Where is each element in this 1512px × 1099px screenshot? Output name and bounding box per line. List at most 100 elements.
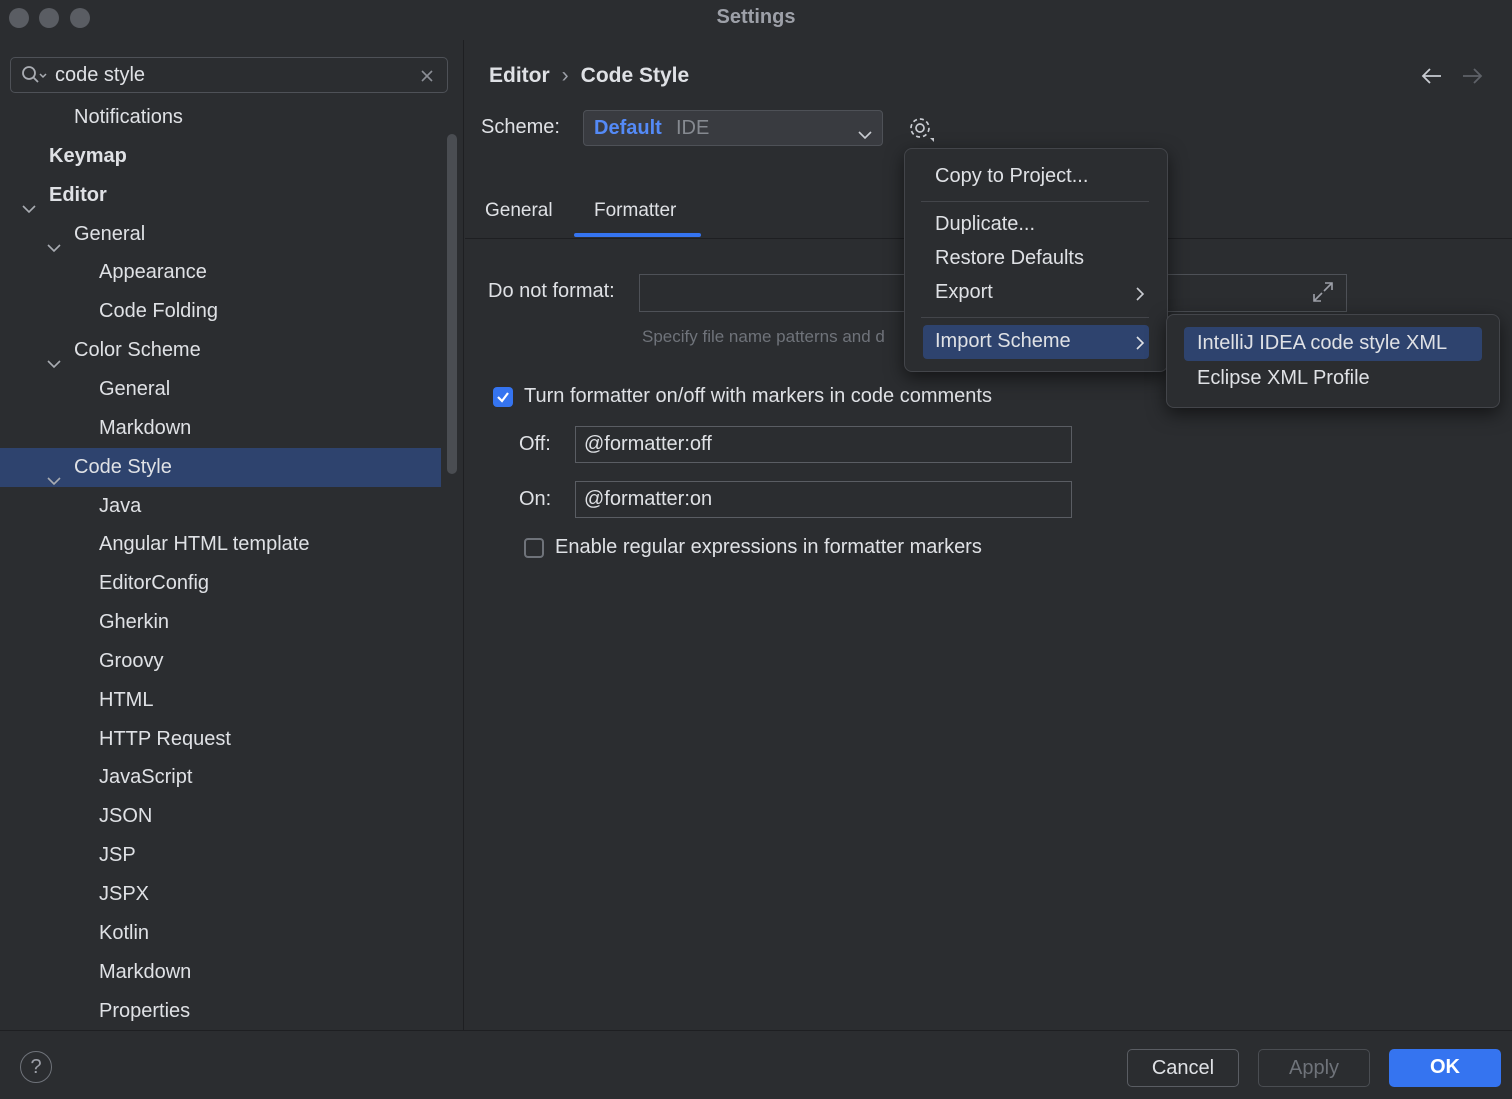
sidebar-item[interactable]: JavaScript xyxy=(0,758,441,797)
off-marker-input[interactable] xyxy=(575,426,1072,463)
check-icon xyxy=(497,392,509,403)
dialog-footer: ? Cancel Apply OK xyxy=(0,1030,1512,1099)
help-button[interactable]: ? xyxy=(20,1051,52,1083)
sidebar-item-label: Kotlin xyxy=(99,921,150,944)
tab-formatter[interactable]: Formatter xyxy=(594,200,676,222)
sidebar-item[interactable]: Notifications xyxy=(0,98,441,137)
import-scheme-submenu: IntelliJ IDEA code style XML Eclipse XML… xyxy=(1166,314,1500,408)
sidebar-item[interactable]: EditorConfig xyxy=(0,564,441,603)
chevron-right-icon xyxy=(1135,334,1145,357)
sidebar-item-label: Markdown xyxy=(99,416,192,439)
regex-checkbox-label[interactable]: Enable regular expressions in formatter … xyxy=(555,536,982,559)
sidebar-scrollbar[interactable] xyxy=(447,134,457,474)
sidebar-item[interactable]: Appearance xyxy=(0,253,441,292)
breadcrumb-separator: › xyxy=(561,64,569,87)
breadcrumb: Editor › Code Style xyxy=(489,64,689,88)
sidebar-item-label: Appearance xyxy=(99,261,207,284)
sidebar-item[interactable]: General xyxy=(0,370,441,409)
sidebar-item[interactable]: Gherkin xyxy=(0,603,441,642)
sidebar-item[interactable]: Kotlin xyxy=(0,914,441,953)
do-not-format-hint: Specify file name patterns and d xyxy=(642,327,885,346)
title-bar: Settings xyxy=(0,0,1512,36)
gear-icon[interactable] xyxy=(908,116,936,150)
menu-item-export[interactable]: Export xyxy=(935,281,993,304)
sidebar-item[interactable]: HTTP Request xyxy=(0,720,441,759)
sidebar-item[interactable]: Markdown xyxy=(0,409,441,448)
sidebar-item-label: Code Style xyxy=(74,455,172,478)
scheme-dropdown[interactable]: Default IDE xyxy=(583,110,883,146)
breadcrumb-current: Code Style xyxy=(580,64,690,87)
scheme-actions-menu: Copy to Project... Duplicate... Restore … xyxy=(904,148,1168,372)
ok-button[interactable]: OK xyxy=(1389,1049,1501,1087)
markers-checkbox-label[interactable]: Turn formatter on/off with markers in co… xyxy=(524,385,992,408)
sidebar-item-label: JSP xyxy=(99,844,136,867)
sidebar-item-label: Code Folding xyxy=(99,300,218,323)
sidebar-item[interactable]: Code Folding xyxy=(0,292,441,331)
sidebar-item-label: General xyxy=(74,222,146,245)
sidebar-item-label: Java xyxy=(99,494,142,517)
chevron-down-icon xyxy=(858,123,872,146)
on-marker-label: On: xyxy=(519,488,552,510)
sidebar-item[interactable]: Code Style xyxy=(0,447,441,487)
sidebar-item[interactable]: Markdown xyxy=(0,953,441,992)
sidebar-item-label: Gherkin xyxy=(99,611,170,634)
sidebar-item[interactable]: General xyxy=(0,215,441,254)
sidebar-item-label: HTTP Request xyxy=(99,727,231,750)
menu-item-copy-to-project[interactable]: Copy to Project... xyxy=(935,165,1088,188)
search-input[interactable] xyxy=(55,58,395,92)
markers-checkbox[interactable] xyxy=(493,387,513,407)
menu-item-import-scheme[interactable]: Import Scheme xyxy=(935,330,1071,353)
tab-general[interactable]: General xyxy=(485,200,553,222)
sidebar-item-label: JavaScript xyxy=(99,766,193,789)
sidebar-item-label: Markdown xyxy=(99,960,192,983)
sidebar-item-label: Angular HTML template xyxy=(99,533,310,556)
sidebar-item-label: Color Scheme xyxy=(74,339,201,362)
sidebar-item-label: EditorConfig xyxy=(99,572,210,595)
sidebar-item-label: Editor xyxy=(49,183,107,206)
sidebar-item[interactable]: HTML xyxy=(0,681,441,720)
sidebar-item[interactable]: Color Scheme xyxy=(0,331,441,370)
sidebar-item-label: General xyxy=(99,377,171,400)
submenu-item-eclipse-xml[interactable]: Eclipse XML Profile xyxy=(1197,367,1370,390)
sidebar-item[interactable]: Angular HTML template xyxy=(0,525,441,564)
do-not-format-label: Do not format: xyxy=(488,280,615,302)
sidebar-item-label: Keymap xyxy=(49,144,127,167)
apply-button[interactable]: Apply xyxy=(1258,1049,1370,1087)
off-marker-label: Off: xyxy=(519,433,551,455)
back-arrow-icon[interactable] xyxy=(1420,64,1444,94)
search-icon[interactable] xyxy=(21,65,47,91)
sidebar-item-label: Properties xyxy=(99,999,191,1022)
sidebar-item[interactable]: JSPX xyxy=(0,875,441,914)
menu-item-duplicate[interactable]: Duplicate... xyxy=(935,213,1035,236)
on-marker-input[interactable] xyxy=(575,481,1072,518)
scheme-name: Default xyxy=(594,117,662,139)
scheme-type: IDE xyxy=(676,117,710,139)
scheme-label: Scheme: xyxy=(481,116,560,138)
regex-checkbox[interactable] xyxy=(524,538,544,558)
chevron-right-icon xyxy=(1135,285,1145,308)
sidebar-item-label: HTML xyxy=(99,688,154,711)
sidebar-item[interactable]: Editor xyxy=(0,176,441,215)
clear-search-icon[interactable] xyxy=(419,67,435,90)
submenu-item-intellij-xml[interactable]: IntelliJ IDEA code style XML xyxy=(1197,332,1447,355)
window-title: Settings xyxy=(716,6,796,28)
sidebar-item[interactable]: JSP xyxy=(0,836,441,875)
sidebar-item[interactable]: Keymap xyxy=(0,137,441,176)
active-tab-indicator xyxy=(574,233,701,237)
cancel-button[interactable]: Cancel xyxy=(1127,1049,1239,1087)
settings-sidebar: Notifications Keymap Editor General Appearan… xyxy=(0,40,464,1030)
sidebar-item[interactable]: JSON xyxy=(0,797,441,836)
sidebar-item-label: Notifications xyxy=(74,106,183,128)
search-box[interactable] xyxy=(10,57,448,93)
sidebar-item-label: JSON xyxy=(99,805,153,828)
expand-icon[interactable] xyxy=(1311,280,1335,310)
sidebar-item-label: JSPX xyxy=(99,883,150,905)
breadcrumb-parent[interactable]: Editor xyxy=(489,64,550,87)
sidebar-item[interactable]: Properties xyxy=(0,992,441,1030)
sidebar-item-label: Groovy xyxy=(99,649,164,672)
menu-separator xyxy=(921,201,1149,202)
forward-arrow-icon[interactable] xyxy=(1460,64,1484,94)
sidebar-item[interactable]: Groovy xyxy=(0,642,441,681)
menu-item-restore-defaults[interactable]: Restore Defaults xyxy=(935,247,1084,270)
sidebar-item[interactable]: Java xyxy=(0,487,441,526)
